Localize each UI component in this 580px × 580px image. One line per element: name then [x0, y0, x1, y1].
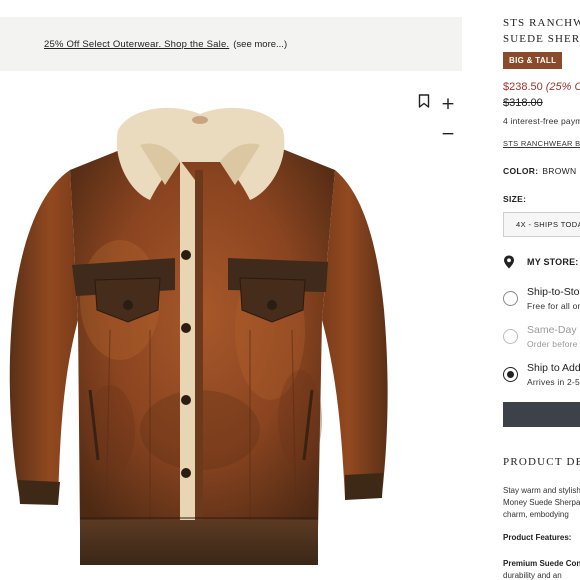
see-more-link[interactable]: (see more...) [233, 39, 287, 50]
my-store-row[interactable]: MY STORE: [503, 254, 578, 270]
ship-to-address-radio[interactable] [503, 367, 518, 382]
option-subtitle: Free for all orders [527, 301, 580, 311]
add-to-cart-button[interactable] [503, 402, 580, 427]
ship-to-address-option[interactable]: Ship to Address Arrives in 2-5 days [503, 362, 580, 392]
description-line: charm, embodying [503, 510, 569, 519]
same-day-delivery-option[interactable]: Same-Day Delivery Order before 1 PM [503, 324, 580, 354]
promo-link[interactable]: 25% Off Select Outerwear. Shop the Sale. [44, 39, 229, 50]
sale-price: $238.50(25% Off) [503, 81, 580, 93]
feature-title: Premium Suede Construction [503, 559, 580, 568]
option-subtitle: Arrives in 2-5 days [527, 377, 580, 387]
promo-banner: 25% Off Select Outerwear. Shop the Sale.… [0, 17, 462, 71]
zoom-in-button[interactable]: + [440, 96, 456, 113]
my-store-label: MY STORE: [527, 257, 579, 267]
product-title: STS RANCHWEAR MEN'S SUEDE SHERPA JACKET [503, 15, 580, 47]
feature-text: durability and an [503, 571, 562, 580]
description-line: Money Suede Sherpa Jacket [503, 498, 580, 507]
product-image [9, 107, 388, 565]
zoom-out-button[interactable]: − [440, 126, 456, 143]
ship-to-store-option[interactable]: Ship-to-Store Free for all orders [503, 286, 580, 316]
ship-to-store-radio[interactable] [503, 291, 518, 306]
option-subtitle: Order before 1 PM [527, 339, 580, 349]
discount-text: (25% Off) [545, 81, 580, 93]
color-row: COLOR: BROWN [503, 166, 576, 176]
brand-link[interactable]: STS RANCHWEAR BY CARROLL [503, 139, 580, 148]
option-title: Ship-to-Store [527, 286, 580, 298]
location-pin-icon [504, 255, 514, 269]
product-features-label: Product Features: [503, 533, 572, 542]
interest-free-text: 4 interest-free payments [503, 116, 580, 126]
price-value: $238.50 [503, 81, 543, 93]
size-label: SIZE: [503, 194, 527, 204]
product-title-line-1: STS RANCHWEAR MEN'S [503, 17, 580, 29]
product-title-line-2: SUEDE SHERPA JACKET [503, 33, 580, 45]
size-select[interactable]: 4X - SHIPS TODAY [503, 212, 580, 237]
same-day-delivery-radio[interactable] [503, 329, 518, 344]
option-title: Ship to Address [527, 362, 580, 374]
product-description: Stay warm and stylish with the Money Sue… [503, 485, 580, 521]
description-line: Stay warm and stylish with the [503, 486, 580, 495]
product-info-panel: STS RANCHWEAR MEN'S SUEDE SHERPA JACKET … [503, 0, 580, 580]
color-value: BROWN [542, 166, 577, 176]
color-label: COLOR: [503, 166, 539, 176]
feature-item: Premium Suede Construction durability an… [503, 558, 580, 580]
bookmark-icon[interactable] [418, 94, 430, 108]
big-tall-badge: BIG & TALL [503, 52, 563, 69]
product-details-heading: PRODUCT DETAILS [503, 456, 580, 468]
option-title: Same-Day Delivery [527, 324, 580, 336]
original-price: $318.00 [503, 97, 543, 109]
